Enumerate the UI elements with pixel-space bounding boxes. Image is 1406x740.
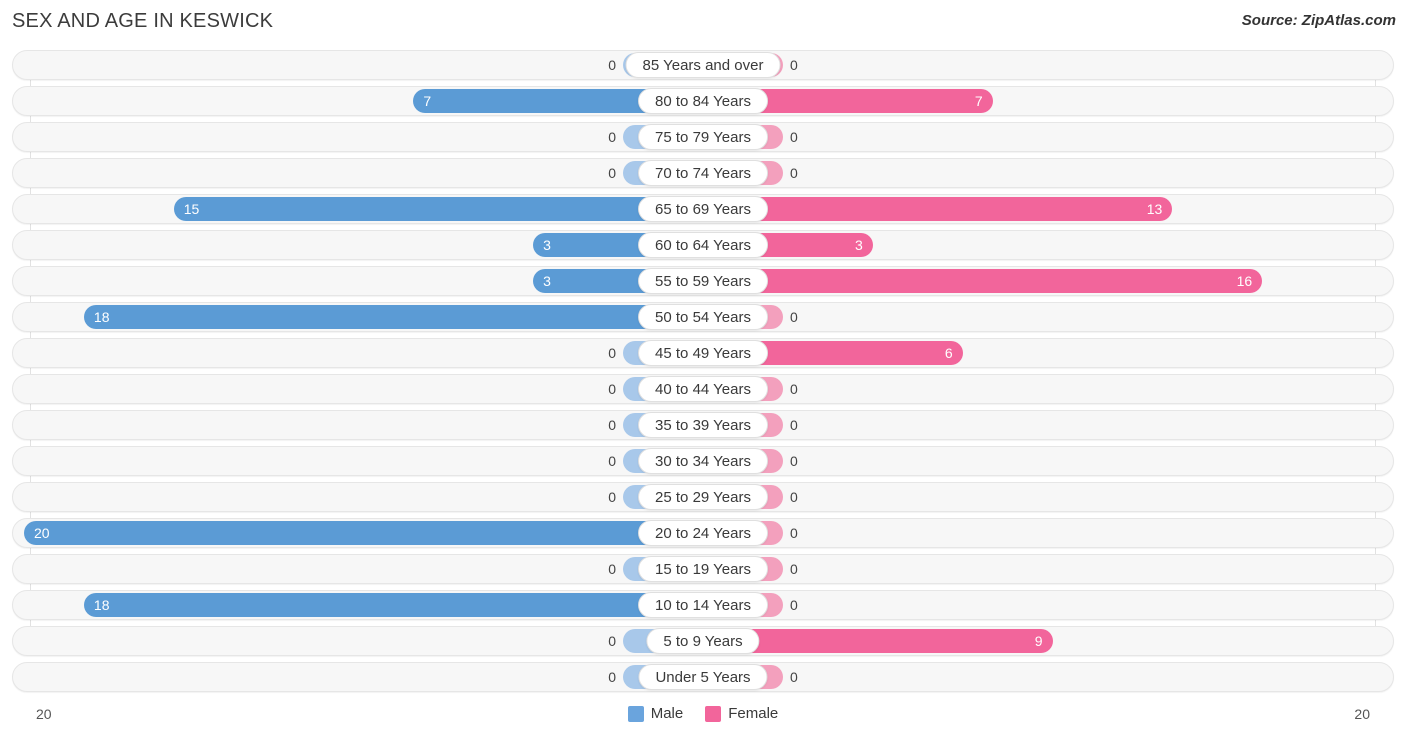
chart-header: SEX AND AGE IN KESWICK Source: ZipAtlas.… (0, 0, 1406, 46)
male-value-label: 0 (608, 669, 616, 685)
female-bar[interactable]: 16 (703, 269, 1263, 293)
pyramid-row[interactable]: 3 3 60 to 64 Years (12, 230, 1394, 260)
age-group-label: 65 to 69 Years (638, 196, 768, 222)
pyramid-row[interactable]: 0 0 85 Years and over (12, 50, 1394, 80)
pyramid-rows: 0 0 85 Years and over 7 7 80 to 84 Years 0 0 75 … (0, 50, 1406, 698)
female-value-label: 0 (790, 669, 798, 685)
male-value-label: 18 (93, 309, 110, 325)
male-bar[interactable]: 18 (83, 593, 703, 617)
male-value-label: 0 (608, 453, 616, 469)
pyramid-row[interactable]: 3 16 55 to 59 Years (12, 266, 1394, 296)
legend-label: Male (650, 705, 684, 722)
age-group-label: 40 to 44 Years (638, 376, 768, 402)
pyramid-row[interactable]: 0 6 45 to 49 Years (12, 338, 1394, 368)
age-group-label: 25 to 29 Years (638, 484, 768, 510)
male-value-label: 15 (183, 201, 200, 217)
female-value-label: 13 (1146, 201, 1163, 217)
male-value-label: 3 (543, 273, 551, 289)
pyramid-row[interactable]: 0 9 5 to 9 Years (12, 626, 1394, 656)
male-value-label: 18 (93, 597, 110, 613)
female-value-label: 0 (790, 597, 798, 613)
age-group-label: 60 to 64 Years (638, 232, 768, 258)
female-value-label: 0 (790, 453, 798, 469)
male-bar-group: 20 (24, 521, 703, 545)
male-bar[interactable]: 15 (173, 197, 703, 221)
male-value-label: 0 (608, 633, 616, 649)
male-bar[interactable]: 20 (24, 521, 703, 545)
chart-legend: Male Female (0, 705, 1406, 722)
pyramid-row[interactable]: 0 0 40 to 44 Years (12, 374, 1394, 404)
male-value-label: 0 (608, 129, 616, 145)
pyramid-row[interactable]: 15 13 65 to 69 Years (12, 194, 1394, 224)
male-value-label: 0 (608, 345, 616, 361)
female-value-label: 0 (790, 57, 798, 73)
pyramid-row[interactable]: 0 0 70 to 74 Years (12, 158, 1394, 188)
male-value-label: 0 (608, 381, 616, 397)
age-group-label: Under 5 Years (638, 664, 768, 690)
chart-page: SEX AND AGE IN KESWICK Source: ZipAtlas.… (0, 0, 1406, 740)
chart-footer: 20 20 Male Female (0, 700, 1406, 740)
female-value-label: 16 (1236, 273, 1253, 289)
legend-label: Female (728, 705, 779, 722)
pyramid-row[interactable]: 20 0 20 to 24 Years (12, 518, 1394, 548)
male-bar-group: 18 (83, 593, 703, 617)
male-value-label: 0 (608, 417, 616, 433)
male-value-label: 7 (423, 93, 432, 109)
age-group-label: 75 to 79 Years (638, 124, 768, 150)
female-value-label: 0 (790, 129, 798, 145)
age-group-label: 45 to 49 Years (638, 340, 768, 366)
source-attribution: Source: ZipAtlas.com (1241, 12, 1396, 29)
female-bar-group: 16 (703, 269, 1263, 293)
male-value-label: 20 (34, 525, 50, 541)
age-group-label: 35 to 39 Years (638, 412, 768, 438)
legend-item[interactable]: Male (627, 705, 684, 722)
female-value-label: 3 (855, 237, 863, 253)
female-value-label: 9 (1034, 633, 1043, 649)
pyramid-row[interactable]: 18 0 10 to 14 Years (12, 590, 1394, 620)
female-value-label: 0 (790, 561, 798, 577)
female-value-label: 0 (790, 309, 798, 325)
male-bar-group: 15 (173, 197, 703, 221)
age-group-label: 20 to 24 Years (638, 520, 768, 546)
female-value-label: 0 (790, 381, 798, 397)
age-group-label: 10 to 14 Years (638, 592, 768, 618)
pyramid-row[interactable]: 0 0 Under 5 Years (12, 662, 1394, 692)
male-value-label: 0 (608, 489, 616, 505)
age-group-label: 50 to 54 Years (638, 304, 768, 330)
legend-item[interactable]: Female (705, 705, 778, 722)
age-group-label: 70 to 74 Years (638, 160, 768, 186)
male-bar[interactable]: 18 (83, 305, 703, 329)
female-value-label: 0 (790, 525, 798, 541)
male-value-label: 0 (608, 561, 616, 577)
pyramid-row[interactable]: 0 0 30 to 34 Years (12, 446, 1394, 476)
male-value-label: 0 (608, 165, 616, 181)
female-bar[interactable]: 13 (703, 197, 1173, 221)
age-group-label: 85 Years and over (625, 52, 781, 78)
male-swatch-icon (627, 705, 644, 722)
pyramid-row[interactable]: 0 0 15 to 19 Years (12, 554, 1394, 584)
male-bar-group: 18 (83, 305, 703, 329)
pyramid-row[interactable]: 18 0 50 to 54 Years (12, 302, 1394, 332)
female-bar-group: 13 (703, 197, 1173, 221)
female-value-label: 0 (790, 417, 798, 433)
female-value-label: 0 (790, 165, 798, 181)
male-value-label: 0 (608, 57, 616, 73)
age-group-label: 30 to 34 Years (638, 448, 768, 474)
age-group-label: 80 to 84 Years (638, 88, 768, 114)
female-swatch-icon (705, 705, 722, 722)
age-group-label: 55 to 59 Years (638, 268, 768, 294)
age-group-label: 5 to 9 Years (646, 628, 760, 654)
female-value-label: 0 (790, 489, 798, 505)
pyramid-plot-area: 0 0 85 Years and over 7 7 80 to 84 Years 0 0 75 … (0, 50, 1406, 704)
female-value-label: 6 (944, 345, 953, 361)
pyramid-row[interactable]: 0 0 35 to 39 Years (12, 410, 1394, 440)
female-value-label: 7 (974, 93, 983, 109)
pyramid-row[interactable]: 0 0 75 to 79 Years (12, 122, 1394, 152)
pyramid-row[interactable]: 7 7 80 to 84 Years (12, 86, 1394, 116)
male-value-label: 3 (543, 237, 551, 253)
age-group-label: 15 to 19 Years (638, 556, 768, 582)
pyramid-row[interactable]: 0 0 25 to 29 Years (12, 482, 1394, 512)
page-title: SEX AND AGE IN KESWICK (12, 10, 274, 32)
